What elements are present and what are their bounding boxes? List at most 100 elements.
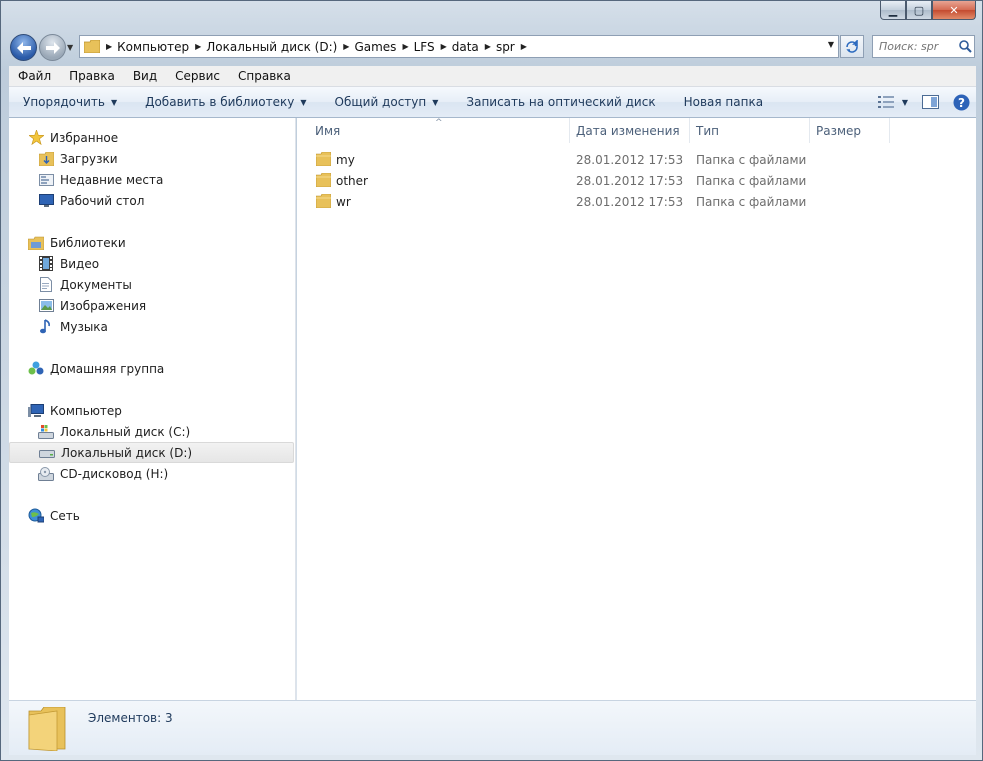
column-date[interactable]: Дата изменения: [570, 118, 690, 143]
menu-edit[interactable]: Правка: [60, 69, 124, 83]
file-type: Папка с файлами: [696, 194, 807, 209]
address-history-dropdown[interactable]: ▼: [828, 40, 834, 49]
breadcrumb-disk-d[interactable]: ▶ Локальный диск (D:): [189, 36, 337, 57]
burn-button[interactable]: Записать на оптический диск: [452, 87, 669, 117]
file-list: ^ Имя Дата изменения Тип Размер my 28.01…: [297, 118, 976, 700]
recent-pages-dropdown[interactable]: ▼: [67, 43, 73, 52]
breadcrumb-lfs[interactable]: ▶ LFS: [396, 36, 434, 57]
close-button[interactable]: ✕: [932, 1, 976, 20]
column-name[interactable]: Имя: [309, 118, 570, 143]
chevron-right-icon[interactable]: ▶: [479, 42, 496, 51]
video-icon: [38, 256, 54, 272]
folder-icon: [316, 152, 331, 166]
system-drive-icon: [38, 424, 54, 440]
cd-drive-icon: [38, 466, 54, 482]
menu-tools[interactable]: Сервис: [166, 69, 229, 83]
refresh-icon: [846, 39, 858, 53]
computer-group: Компьютер Локальный диск (C:) Локальный …: [9, 400, 296, 484]
hard-drive-icon: [39, 445, 55, 461]
column-type[interactable]: Тип: [690, 118, 810, 143]
maximize-button[interactable]: ▢: [906, 1, 932, 20]
tree-network[interactable]: Сеть: [9, 505, 296, 526]
arrow-right-icon: [45, 41, 60, 54]
search-icon[interactable]: [959, 40, 972, 53]
tree-favorites[interactable]: Избранное: [9, 127, 296, 148]
forward-button[interactable]: [39, 34, 66, 61]
tree-libraries[interactable]: Библиотеки: [9, 232, 296, 253]
file-type: Папка с файлами: [696, 173, 807, 188]
item-count: Элементов: 3: [88, 711, 173, 725]
desktop-icon: [38, 193, 54, 209]
chevron-down-icon: ▼: [901, 97, 908, 107]
details-view-icon: [877, 96, 894, 108]
table-row[interactable]: my 28.01.2012 17:53 Папка с файлами: [297, 149, 976, 170]
music-note-icon: [38, 319, 54, 335]
file-name: my: [336, 152, 355, 167]
tree-recent-places[interactable]: Недавние места: [9, 169, 296, 190]
file-type: Папка с файлами: [696, 152, 807, 167]
homegroup-icon: [28, 361, 44, 377]
help-icon[interactable]: ?: [953, 94, 970, 111]
menu-view[interactable]: Вид: [124, 69, 166, 83]
folder-icon: [84, 40, 100, 53]
computer-icon: [28, 403, 44, 419]
breadcrumb-computer[interactable]: ▶ Компьютер: [100, 36, 189, 57]
file-name: wr: [336, 194, 351, 209]
tree-disk-d[interactable]: Локальный диск (D:): [9, 442, 294, 463]
chevron-right-icon[interactable]: ▶: [337, 42, 354, 51]
table-row[interactable]: wr 28.01.2012 17:53 Папка с файлами: [297, 191, 976, 212]
file-date: 28.01.2012 17:53: [576, 194, 684, 209]
libraries-group: Библиотеки Видео Документы Изображения М…: [9, 232, 296, 337]
column-headers: ^ Имя Дата изменения Тип Размер: [297, 118, 976, 143]
address-bar[interactable]: ▶ Компьютер ▶ Локальный диск (D:) ▶ Games ▶…: [79, 35, 839, 58]
toolbar-right: ▼ ?: [877, 87, 970, 117]
search-input[interactable]: [879, 40, 957, 53]
file-date: 28.01.2012 17:53: [576, 152, 684, 167]
menu-bar: Файл Правка Вид Сервис Справка: [9, 66, 976, 87]
menu-help[interactable]: Справка: [229, 69, 300, 83]
tree-documents[interactable]: Документы: [9, 274, 296, 295]
search-box[interactable]: [872, 35, 975, 58]
chevron-right-icon[interactable]: ▶: [435, 42, 452, 51]
command-bar: Упорядочить ▼ Добавить в библиотеку ▼ Общи…: [9, 87, 976, 118]
back-button[interactable]: [10, 34, 37, 61]
chevron-right-icon[interactable]: ▶: [100, 42, 117, 51]
tree-computer[interactable]: Компьютер: [9, 400, 296, 421]
favorites-group: Избранное Загрузки Недавние места Рабочи…: [9, 127, 296, 211]
chevron-right-icon[interactable]: ▶: [396, 42, 413, 51]
organize-button[interactable]: Упорядочить ▼: [9, 87, 131, 117]
view-options-button[interactable]: ▼: [877, 96, 908, 108]
preview-pane-icon[interactable]: [922, 95, 939, 109]
tree-downloads[interactable]: Загрузки: [9, 148, 296, 169]
tree-pictures[interactable]: Изображения: [9, 295, 296, 316]
minimize-button[interactable]: ▁: [880, 1, 906, 20]
chevron-right-icon[interactable]: ▶: [515, 42, 532, 51]
tree-homegroup[interactable]: Домашняя группа: [9, 358, 296, 379]
share-button[interactable]: Общий доступ ▼: [321, 87, 453, 117]
chevron-right-icon[interactable]: ▶: [189, 42, 206, 51]
breadcrumb-games[interactable]: ▶ Games: [337, 36, 396, 57]
navigation-row: ▼ ▶ Компьютер ▶ Локальный диск (D:) ▶ Games…: [1, 29, 982, 63]
file-date: 28.01.2012 17:53: [576, 173, 684, 188]
new-folder-button[interactable]: Новая папка: [670, 87, 777, 117]
tree-cd-drive[interactable]: CD-дисковод (H:): [9, 463, 296, 484]
folder-icon: [316, 194, 331, 208]
homegroup-group: Домашняя группа: [9, 358, 296, 379]
details-pane: Элементов: 3: [9, 700, 976, 755]
folder-large-icon: [28, 707, 66, 751]
chevron-down-icon: ▼: [432, 97, 439, 107]
breadcrumb-data[interactable]: ▶ data: [435, 36, 479, 57]
tree-disk-c[interactable]: Локальный диск (C:): [9, 421, 296, 442]
tree-music[interactable]: Музыка: [9, 316, 296, 337]
add-to-library-button[interactable]: Добавить в библиотеку ▼: [131, 87, 320, 117]
tree-desktop[interactable]: Рабочий стол: [9, 190, 296, 211]
table-row[interactable]: other 28.01.2012 17:53 Папка с файлами: [297, 170, 976, 191]
breadcrumb-spr[interactable]: ▶ spr ▶: [479, 36, 532, 57]
tree-videos[interactable]: Видео: [9, 253, 296, 274]
menu-file[interactable]: Файл: [9, 69, 60, 83]
file-name: other: [336, 173, 368, 188]
svg-text:?: ?: [958, 96, 965, 110]
refresh-button[interactable]: [840, 35, 864, 58]
column-size[interactable]: Размер: [810, 118, 890, 143]
arrow-left-icon: [16, 41, 31, 54]
